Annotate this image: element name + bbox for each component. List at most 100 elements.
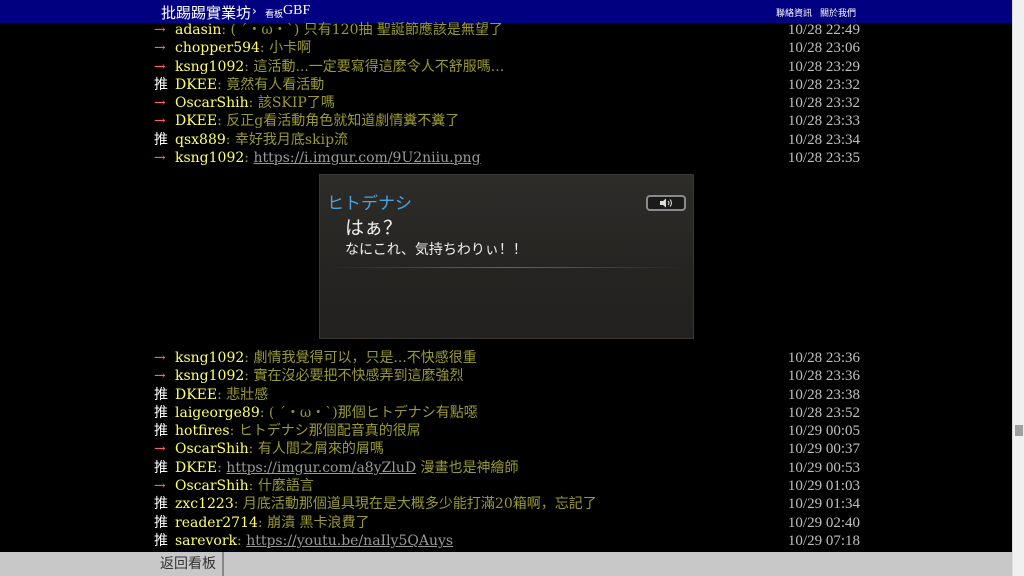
push-content-text: : 幸好我月底skip流	[225, 131, 349, 148]
push-row: 推 qsx889: 幸好我月底skip流 10/28 23:34	[154, 131, 860, 149]
scrollbar-thumb[interactable]	[1015, 425, 1023, 436]
push-content-text: : 崩潰 黑卡浪費了	[257, 514, 370, 531]
push-row: 推 sarevork: https://youtu.be/naIly5QAuys 1…	[154, 532, 860, 550]
contact-link[interactable]: 聯絡資訊	[776, 6, 812, 19]
dialog-speaker-name: ヒトデナシ	[327, 194, 412, 214]
push-time: 10/28 23:33	[787, 113, 860, 130]
push-row: → ksng1092: 這活動...一定要寫得這麼令人不舒服嗎... 10/28 2…	[154, 58, 860, 76]
push-user-id: OscarShih	[175, 441, 249, 458]
push-link[interactable]: https://imgur.com/a8yZluD	[226, 460, 416, 476]
push-content: : 什麼語言	[249, 478, 314, 494]
push-row: → ksng1092: 劇情我覺得可以，只是...不快感很重 10/28 23:36	[154, 349, 860, 367]
push-user-id: chopper594	[175, 40, 260, 57]
push-tag-up: 推	[154, 532, 168, 549]
push-tag-arrow: →	[154, 150, 166, 167]
push-link[interactable]: https://youtu.be/naIly5QAuys	[246, 533, 453, 549]
push-tag-up: 推	[154, 404, 168, 421]
push-content: : ( ´・ω・`)那個ヒトデナシ有點噁	[260, 405, 478, 421]
push-content: : 竟然有人看活動	[217, 77, 324, 93]
push-content-text: : 實在沒必要把不快感弄到這麼強烈	[244, 368, 464, 385]
push-user-id: zxc1223	[175, 496, 234, 513]
push-row: 推 reader2714: 崩潰 黑卡浪費了 10/29 02:40	[154, 514, 860, 532]
push-time: 10/28 23:32	[787, 76, 860, 93]
push-content-text: : 竟然有人看活動	[217, 76, 325, 93]
push-user-id: DKEE	[175, 386, 218, 403]
push-list-bottom: → ksng1092: 劇情我覺得可以，只是...不快感很重 10/28 23:36…	[154, 349, 860, 550]
push-user-id: qsx889	[175, 131, 226, 148]
push-row: → ksng1092: https://i.imgur.com/9U2niiu.p…	[154, 149, 860, 167]
push-user-id: ksng1092	[175, 350, 245, 366]
dialog-line-2: なにこれ、気持ちわりぃ！！	[345, 242, 527, 258]
push-user-id: adasin	[175, 22, 222, 38]
push-content: : https://youtu.be/naIly5QAuys	[237, 533, 453, 549]
push-row: → adasin: ( ´・ω・`) 只有120抽 聖誕節應該是無望了 10/28 …	[154, 21, 860, 39]
push-user-id: hotfires	[175, 423, 230, 440]
push-content: : ( ´・ω・`) 只有120抽 聖誕節應該是無望了	[221, 22, 503, 38]
push-content-text: : 什麼語言	[248, 478, 314, 495]
push-content-text: : 反正g看活動角色就知道劇情糞不糞了	[217, 113, 460, 130]
about-link[interactable]: 關於我們	[820, 6, 856, 19]
push-tag-up: 推	[154, 514, 168, 531]
push-content-after: 漫畫也是神繪師	[416, 459, 519, 476]
push-row: → chopper594: 小卡啊 10/28 23:06	[154, 39, 860, 57]
push-content: : 這活動...一定要寫得這麼令人不舒服嗎...	[244, 59, 504, 75]
push-user-id: ksng1092	[175, 368, 245, 385]
push-tag-up: 推	[154, 131, 168, 148]
speaker-glyph-icon	[660, 198, 672, 208]
push-user-id: DKEE	[175, 459, 218, 476]
speaker-icon[interactable]	[646, 195, 686, 211]
push-content-text: : 月底活動那個道具現在是大概多少能打滿20箱啊，忘記了	[233, 496, 597, 513]
board-name-link[interactable]: GBF	[283, 3, 310, 19]
push-time: 10/29 02:40	[787, 514, 860, 531]
push-row: → OscarShih: 有人間之屑來的屑嗎 10/29 00:37	[154, 440, 860, 458]
push-content: : 悲壯感	[217, 387, 268, 403]
push-time: 10/29 00:37	[787, 441, 860, 458]
push-content: : https://i.imgur.com/9U2niiu.png	[244, 150, 480, 166]
push-row: 推 laigeorge89: ( ´・ω・`)那個ヒトデナシ有點噁 10/28 23…	[154, 404, 860, 422]
push-tag-up: 推	[154, 76, 168, 93]
dialog-line-1: はぁ？	[345, 217, 403, 239]
push-time: 10/28 23:29	[787, 58, 860, 75]
push-row: 推 DKEE: https://imgur.com/a8yZluD 漫畫也是神繪師…	[154, 459, 860, 477]
back-to-board-button[interactable]: 返回看板	[154, 552, 224, 576]
push-tag-arrow: →	[154, 58, 166, 75]
top-nav-bar: 批踢踢實業坊 › 看板 GBF 聯絡資訊 關於我們	[0, 0, 1012, 23]
push-content: : ヒトデナシ那個配音真的很屌	[230, 423, 421, 439]
push-content: : 劇情我覺得可以，只是...不快感很重	[244, 350, 477, 366]
push-user-id: DKEE	[175, 76, 218, 93]
dialog-divider	[330, 267, 683, 268]
site-brand-link[interactable]: 批踢踢實業坊	[161, 2, 251, 23]
push-user-id: ksng1092	[175, 150, 245, 167]
push-tag-arrow: →	[154, 113, 166, 130]
push-tag-up: 推	[154, 496, 168, 513]
push-content: : 實在沒必要把不快感弄到這麼強烈	[244, 368, 463, 384]
push-link[interactable]: https://i.imgur.com/9U2niiu.png	[253, 150, 480, 166]
push-content-text: : 悲壯感	[217, 386, 269, 403]
push-time: 10/28 22:49	[787, 22, 860, 38]
push-tag-arrow: →	[154, 22, 166, 38]
push-time: 10/28 23:34	[787, 131, 860, 148]
push-content-text: : 有人間之屑來的屑嗎	[248, 441, 384, 458]
push-row: 推 DKEE: 悲壯感 10/28 23:38	[154, 386, 860, 404]
push-tag-arrow: →	[154, 40, 166, 57]
push-tag-up: 推	[154, 423, 168, 440]
push-row: → OscarShih: 該SKIP了嗎 10/28 23:32	[154, 94, 860, 112]
push-tag-arrow: →	[154, 350, 166, 366]
push-time: 10/28 23:36	[787, 368, 860, 385]
push-time: 10/29 01:34	[787, 496, 860, 513]
push-content-text: : 這活動...一定要寫得這麼令人不舒服嗎...	[244, 58, 505, 75]
push-tag-arrow: →	[154, 368, 166, 385]
push-time: 10/28 23:38	[787, 386, 860, 403]
push-time: 10/29 01:03	[787, 478, 860, 495]
push-user-id: sarevork	[175, 532, 238, 549]
embedded-image[interactable]: ヒトデナシ はぁ？ なにこれ、気持ちわりぃ！！	[319, 174, 694, 339]
push-row: 推 hotfires: ヒトデナシ那個配音真的很屌 10/29 00:05	[154, 422, 860, 440]
vertical-scrollbar[interactable]	[1012, 0, 1024, 576]
push-content: : 小卡啊	[260, 40, 311, 56]
push-row: → DKEE: 反正g看活動角色就知道劇情糞不糞了 10/28 23:33	[154, 112, 860, 130]
push-tag-up: 推	[154, 386, 168, 403]
push-user-id: DKEE	[175, 113, 218, 130]
push-time: 10/29 00:05	[787, 423, 860, 440]
push-content-text: : 劇情我覺得可以，只是...不快感很重	[244, 350, 477, 366]
push-content: : 幸好我月底skip流	[226, 132, 348, 148]
